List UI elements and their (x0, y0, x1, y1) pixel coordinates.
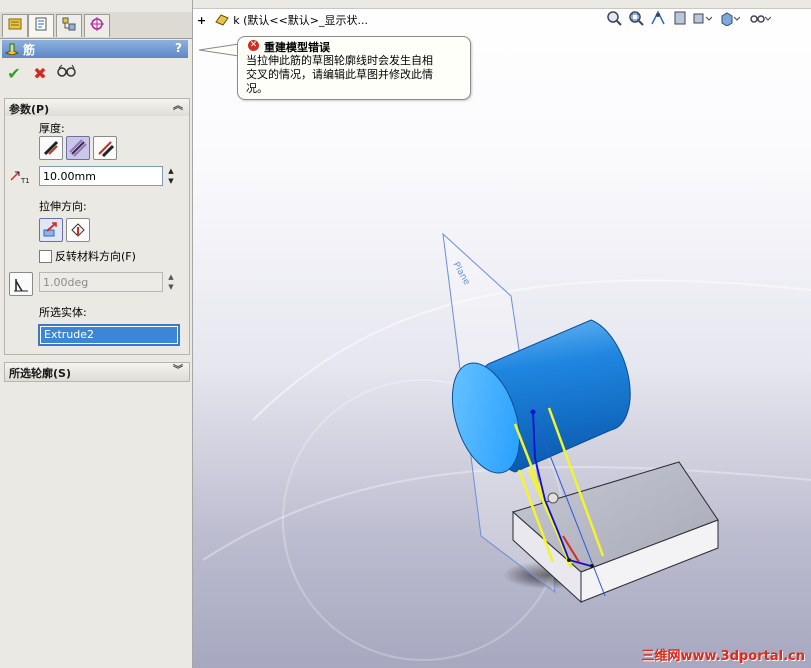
thickness-both-icon (69, 139, 87, 157)
model-viewport: Plane (202, 232, 811, 661)
selected-contours-group-header[interactable]: 所选轮廓(S) ︾ (4, 362, 190, 382)
graphics-area[interactable]: + k (默认<<默认>_显示状... Plane ✕ 重建模型错误 当拉伸此筋… (193, 0, 811, 668)
error-message: 当拉伸此筋的草图轮廓线时会发生自相交叉的情况，请编辑此草图并修改此情况。 (246, 54, 433, 95)
svg-text:T1: T1 (20, 177, 30, 184)
selected-body-item[interactable]: Extrude2 (41, 327, 177, 343)
thickness-first-side-button[interactable] (39, 136, 63, 160)
feature-title: 筋 (23, 42, 36, 57)
draft-angle-input[interactable]: 1.00deg (39, 272, 163, 292)
parallel-direction-icon (43, 222, 57, 237)
glasses-icon (57, 64, 76, 77)
collapse-up-icon[interactable]: ︽ (171, 100, 185, 114)
draft-icon (14, 279, 28, 292)
thickness-label: 厚度: (39, 122, 65, 135)
flip-material-label: 反转材料方向(F) (55, 250, 136, 263)
cancel-button[interactable]: ✖ (30, 64, 50, 84)
manager-tabs (0, 12, 192, 39)
selected-contours-label: 所选轮廓(S) (9, 367, 71, 380)
crosshair-icon (89, 16, 105, 36)
flip-material-checkbox[interactable] (39, 250, 52, 263)
ok-button[interactable]: ✔ (4, 64, 24, 84)
rib-feature-icon (4, 41, 20, 58)
thickness-input[interactable]: 10.00mm (39, 166, 163, 186)
feature-tree-icon (7, 16, 23, 36)
configuration-icon (61, 16, 77, 36)
rebuild-error-balloon[interactable]: ✕ 重建模型错误 当拉伸此筋的草图轮廓线时会发生自相交叉的情况，请编辑此草图并修… (237, 36, 471, 100)
watermark-logo: 三维网www.3dportal.cn (641, 649, 805, 664)
parameters-group-label: 参数(P) (9, 103, 50, 116)
error-icon: ✕ (248, 40, 259, 51)
draft-angle-spinner[interactable]: ▲ ▼ (166, 272, 176, 294)
parallel-to-sketch-button[interactable] (39, 218, 63, 242)
property-manager-panel: 筋 ? ✔ ✖ 参数(P) ︽ 厚度: T1 10.00mm ▲▼ 拉伸方向: (0, 0, 193, 668)
expand-down-icon[interactable]: ︾ (171, 364, 185, 378)
thickness-left-icon (43, 140, 59, 156)
thickness-second-side-button[interactable] (93, 136, 117, 160)
feature-title-bar: 筋 ? (2, 40, 188, 58)
property-manager-tab[interactable] (28, 14, 54, 37)
parameters-group-body: 厚度: T1 10.00mm ▲ ▼ 拉伸方向: 反转材料方向(F) 1.00de… (4, 116, 190, 355)
thickness-dimension-icon: T1 (9, 168, 33, 187)
thickness-both-sides-button[interactable] (66, 136, 90, 160)
extrusion-direction-label: 拉伸方向: (39, 200, 87, 213)
configuration-manager-tab[interactable] (56, 14, 82, 37)
preview-button[interactable] (56, 64, 78, 84)
error-title: 重建模型错误 (264, 41, 330, 54)
thickness-right-icon (98, 141, 114, 157)
parameters-group-header[interactable]: 参数(P) ︽ (4, 98, 190, 118)
selected-bodies-list[interactable]: Extrude2 (38, 324, 180, 346)
feature-manager-tab[interactable] (2, 14, 28, 37)
dimxpert-manager-tab[interactable] (84, 14, 110, 37)
thickness-spinner[interactable]: ▲ ▼ (166, 166, 176, 188)
selected-bodies-label: 所选实体: (39, 306, 87, 319)
draft-toggle-button[interactable] (9, 272, 33, 296)
help-button[interactable]: ? (175, 41, 182, 55)
normal-direction-icon (71, 223, 85, 237)
normal-to-sketch-button[interactable] (66, 218, 90, 242)
property-icon (33, 16, 49, 36)
